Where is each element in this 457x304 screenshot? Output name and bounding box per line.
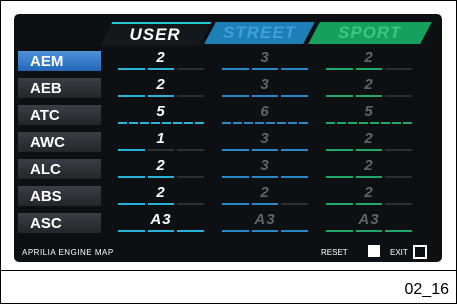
level-bar [222,203,309,205]
value-cell-user[interactable]: 2 [112,76,210,100]
setting-row-alc[interactable]: ALC 2 3 2 [14,157,442,181]
value-text: 2 [156,76,166,93]
value-cell-sport: 5 [320,103,418,127]
level-bar [118,95,205,97]
value-text: 3 [260,130,270,147]
setting-row-abs[interactable]: ABS 2 2 2 [14,184,442,208]
value-text: A3 [254,211,276,228]
row-label: ATC [18,105,101,125]
dashboard-screen: USER STREET SPORT AEM 2 3 2 AEB 2 3 2 ATC 5 6 5 AWC 1… [14,14,442,262]
level-bar [326,149,413,151]
row-label: AEB [18,78,101,98]
row-label: AWC [18,132,101,152]
tab-user[interactable]: USER [99,22,212,46]
level-bar [326,68,413,70]
value-text: 2 [364,157,374,174]
setting-row-asc[interactable]: ASC A3 A3 A3 [14,211,442,235]
reset-button[interactable] [368,245,380,257]
value-text: 6 [260,103,270,120]
level-bar [222,149,309,151]
value-text: 2 [156,157,166,174]
value-cell-street: 3 [216,157,314,181]
level-bar [118,176,205,178]
value-cell-user[interactable]: 2 [112,49,210,73]
value-cell-street: A3 [216,211,314,235]
value-text: 2 [364,76,374,93]
level-bar [118,68,205,70]
row-label: ASC [18,213,101,233]
value-cell-user[interactable]: 2 [112,157,210,181]
value-cell-street: 6 [216,103,314,127]
figure-id: 02_16 [404,281,450,298]
setting-row-awc[interactable]: AWC 1 3 2 [14,130,442,154]
level-bar [326,176,413,178]
setting-row-aem[interactable]: AEM 2 3 2 [14,49,442,73]
level-bar [326,203,413,205]
level-bar [326,95,413,97]
value-cell-user[interactable]: 1 [112,130,210,154]
value-text: 2 [156,49,166,66]
row-label: AEM [18,51,101,71]
setting-row-aeb[interactable]: AEB 2 3 2 [14,76,442,100]
level-bar [222,68,309,70]
tab-sport-label: SPORT [338,23,402,42]
value-text: 5 [364,103,374,120]
value-cell-street: 2 [216,184,314,208]
level-bar [222,95,309,97]
value-text: A3 [358,211,380,228]
exit-label: EXIT [390,248,408,257]
level-bar [326,230,413,232]
value-text: 2 [260,184,270,201]
value-cell-sport: 2 [320,130,418,154]
level-bar [222,122,308,124]
value-text: 1 [156,130,166,147]
value-cell-street: 3 [216,49,314,73]
level-bar [222,230,309,232]
value-cell-sport: 2 [320,157,418,181]
value-text: 2 [364,184,374,201]
row-label: ALC [18,159,101,179]
value-cell-street: 3 [216,76,314,100]
level-bar [118,122,204,124]
value-text: 2 [364,130,374,147]
value-text: 3 [260,157,270,174]
value-text: 3 [260,76,270,93]
row-label: ABS [18,186,101,206]
tab-street-label: STREET [222,23,297,42]
tab-user-label: USER [129,25,181,44]
value-text: 2 [364,49,374,66]
value-cell-sport: 2 [320,49,418,73]
level-bar [326,122,412,124]
reset-label: RESET [321,248,348,257]
value-cell-sport: 2 [320,76,418,100]
tab-sport[interactable]: SPORT [308,22,432,44]
value-text: 5 [156,103,166,120]
value-cell-user[interactable]: 5 [112,103,210,127]
level-bar [118,230,205,232]
value-cell-user[interactable]: 2 [112,184,210,208]
value-cell-street: 3 [216,130,314,154]
level-bar [222,176,309,178]
value-cell-user[interactable]: A3 [112,211,210,235]
footer-title: APRILIA ENGINE MAP [22,248,114,257]
value-text: 2 [156,184,166,201]
tab-street[interactable]: STREET [204,22,315,44]
caption-divider [0,270,457,271]
value-cell-sport: A3 [320,211,418,235]
exit-button[interactable] [413,245,427,259]
level-bar [118,149,205,151]
value-cell-sport: 2 [320,184,418,208]
value-text: 3 [260,49,270,66]
level-bar [118,203,205,205]
value-text: A3 [150,211,172,228]
setting-row-atc[interactable]: ATC 5 6 5 [14,103,442,127]
